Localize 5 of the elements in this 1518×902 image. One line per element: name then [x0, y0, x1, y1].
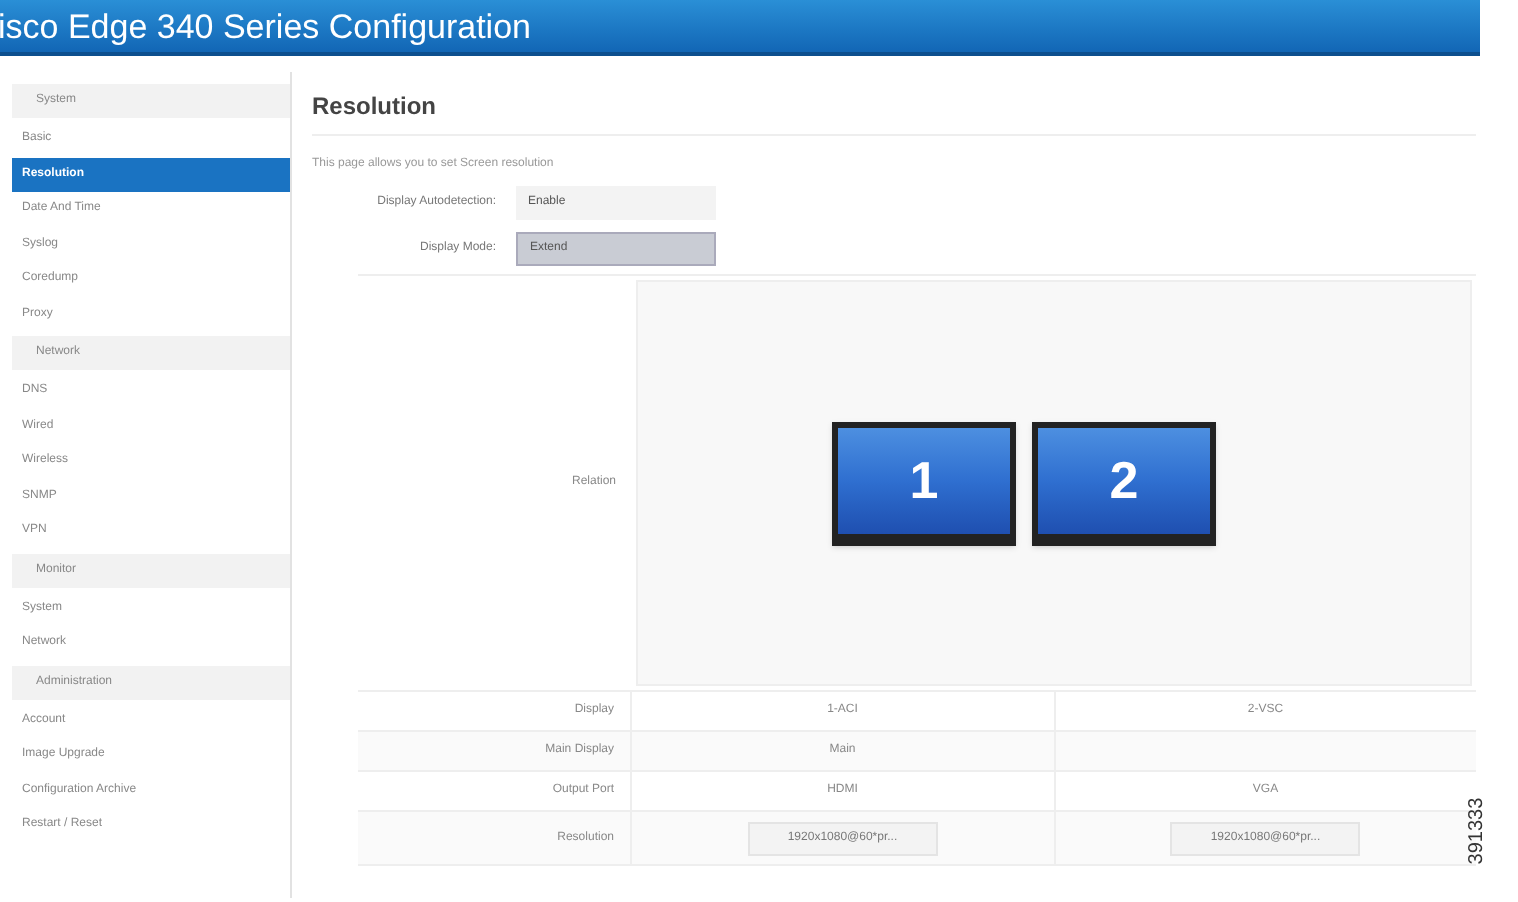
- monitor-tile[interactable]: 1: [832, 421, 1016, 545]
- figure-number: 391333: [1464, 797, 1491, 865]
- app-title: isco Edge 340 Series Configuration: [0, 9, 531, 43]
- page-title: Resolution: [312, 88, 1476, 136]
- monitor-tile[interactable]: 2: [1032, 421, 1216, 545]
